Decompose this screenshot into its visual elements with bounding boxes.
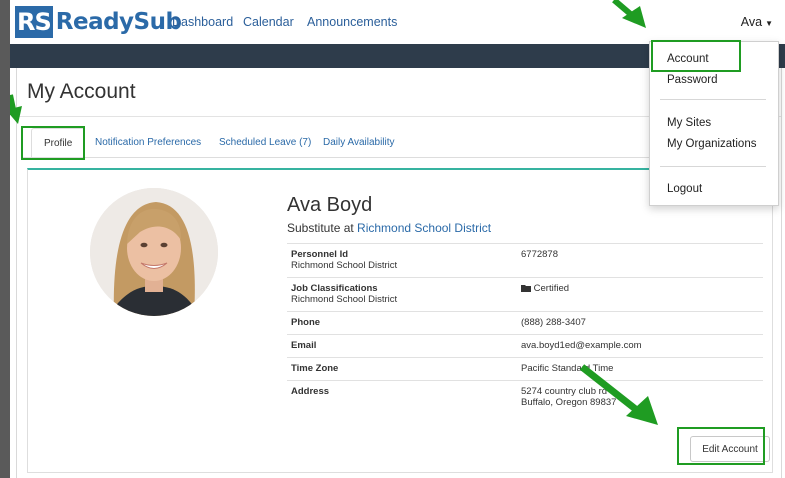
field-label: Address bbox=[291, 386, 330, 397]
tab-scheduled-leave[interactable]: Scheduled Leave (7) bbox=[219, 128, 311, 158]
address-line-2: Buffalo, Oregon 89837 bbox=[521, 397, 617, 408]
user-photo bbox=[90, 188, 218, 316]
user-menu-toggle[interactable]: Ava ▼ bbox=[741, 15, 773, 29]
app-window: RS ReadySub Dashboard Calendar Announcem… bbox=[10, 0, 785, 478]
profile-name: Ava Boyd bbox=[287, 194, 373, 216]
profile-details-table: Personnel Id Richmond School District 67… bbox=[287, 243, 763, 414]
table-row: Job Classifications Richmond School Dist… bbox=[287, 277, 763, 312]
nav-announcements[interactable]: Announcements bbox=[307, 15, 397, 29]
highlight-profile-tab bbox=[21, 126, 85, 160]
top-navbar: RS ReadySub Dashboard Calendar Announcem… bbox=[10, 0, 785, 45]
table-row: Email ava.boyd1ed@example.com bbox=[287, 334, 763, 358]
table-row: Time Zone Pacific Standard Time bbox=[287, 357, 763, 381]
field-label: Time Zone bbox=[291, 363, 339, 374]
field-label: Email bbox=[291, 340, 317, 351]
readysub-logo[interactable]: RS ReadySub bbox=[15, 5, 182, 39]
tab-notification-preferences[interactable]: Notification Preferences bbox=[95, 128, 201, 158]
folder-icon bbox=[521, 283, 534, 294]
menu-item-my-organizations[interactable]: My Organizations bbox=[667, 138, 756, 150]
caret-down-icon: ▼ bbox=[765, 19, 773, 28]
highlight-account bbox=[651, 40, 741, 72]
logo-mark: RS bbox=[15, 6, 53, 38]
table-row: Address 5274 country club rd Buffalo, Or… bbox=[287, 380, 763, 414]
address-line-1: 5274 country club rd bbox=[521, 386, 608, 397]
page-title: My Account bbox=[27, 80, 136, 103]
menu-item-logout[interactable]: Logout bbox=[667, 183, 702, 195]
field-label: Phone bbox=[291, 317, 321, 328]
field-label: Job Classifications bbox=[291, 283, 378, 294]
field-value: Pacific Standard Time bbox=[517, 357, 763, 381]
field-label: Personnel Id bbox=[291, 249, 349, 260]
district-link[interactable]: Richmond School District bbox=[357, 221, 491, 235]
menu-item-password[interactable]: Password bbox=[667, 74, 718, 86]
nav-calendar[interactable]: Calendar bbox=[243, 15, 294, 29]
highlight-edit-account bbox=[677, 427, 765, 465]
menu-item-my-sites[interactable]: My Sites bbox=[667, 117, 711, 129]
field-value: 6772878 bbox=[517, 243, 763, 278]
logo-text: ReadySub bbox=[55, 9, 182, 35]
field-value: (888) 288-3407 bbox=[517, 311, 763, 335]
table-row: Personnel Id Richmond School District 67… bbox=[287, 243, 763, 278]
table-row: Phone (888) 288-3407 bbox=[287, 311, 763, 335]
field-value: ava.boyd1ed@example.com bbox=[517, 334, 763, 358]
profile-role: Substitute at Richmond School District bbox=[287, 221, 491, 235]
nav-dashboard[interactable]: Dashboard bbox=[172, 15, 233, 29]
user-name: Ava bbox=[740, 15, 763, 29]
tab-daily-availability[interactable]: Daily Availability bbox=[323, 128, 395, 158]
role-prefix: Substitute at bbox=[287, 221, 358, 235]
menu-divider bbox=[660, 166, 766, 167]
menu-divider bbox=[660, 99, 766, 100]
field-sublabel: Richmond School District bbox=[291, 260, 398, 271]
field-sublabel: Richmond School District bbox=[291, 294, 398, 305]
field-value: Certified bbox=[533, 283, 570, 294]
profile-panel: Ava Boyd Substitute at Richmond School D… bbox=[27, 168, 773, 473]
